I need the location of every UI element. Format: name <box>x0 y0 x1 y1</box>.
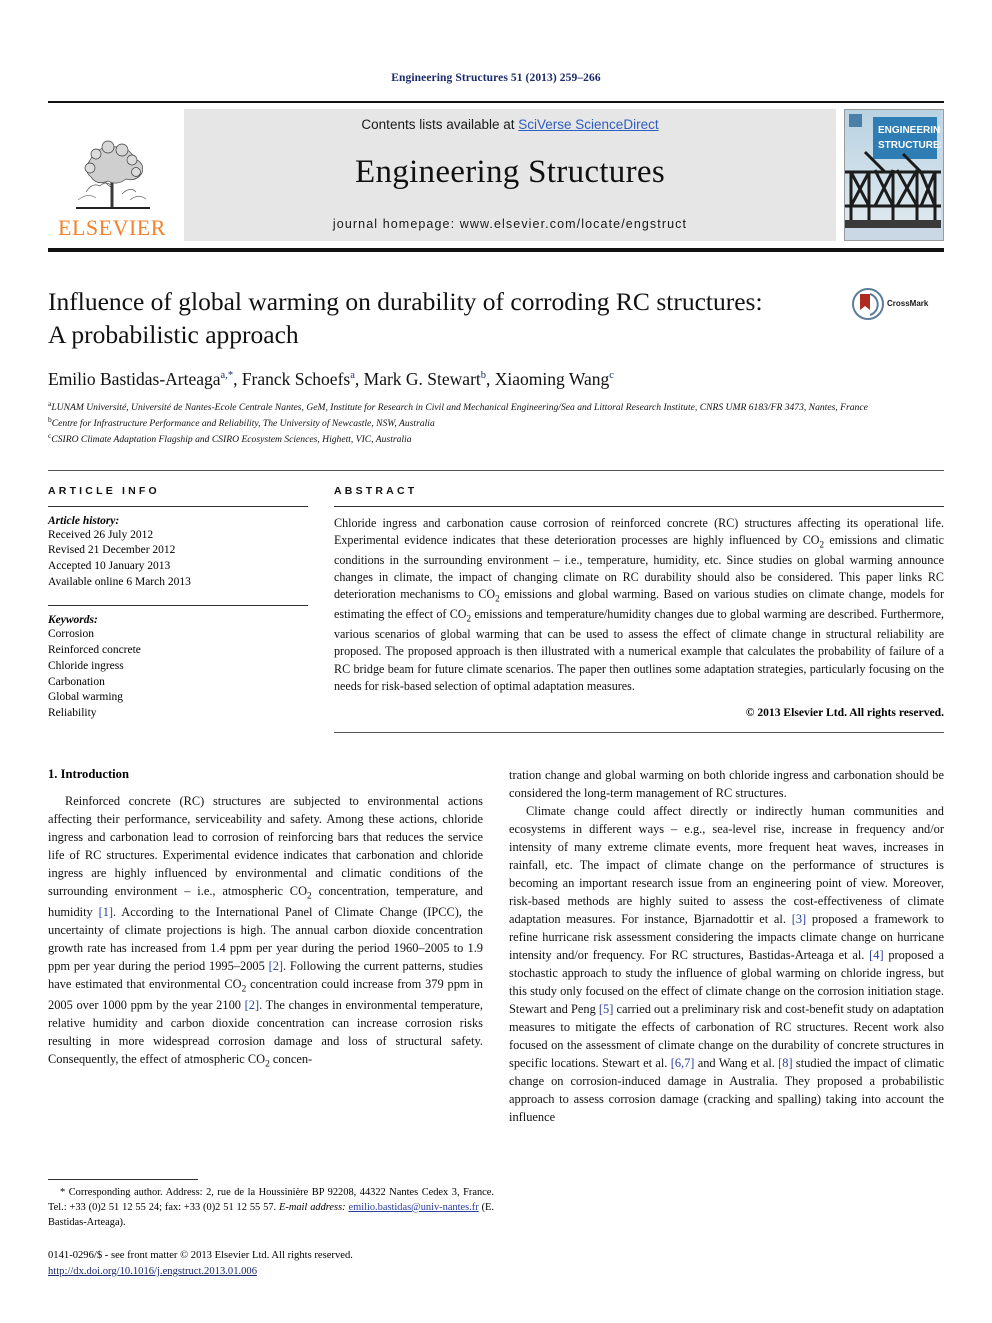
author-4-sup: c <box>609 370 614 382</box>
title-text: Influence of global warming on durabilit… <box>48 286 852 351</box>
citation-ref[interactable]: [2] <box>245 998 259 1012</box>
author-3-sup: b <box>480 370 487 382</box>
citation-ref[interactable]: [6,7] <box>671 1056 695 1070</box>
keyword-item: Corrosion <box>48 627 94 640</box>
citation-ref[interactable]: [5] <box>599 1002 613 1016</box>
affiliation-c: cCSIRO Climate Adaptation Flagship and C… <box>48 431 412 446</box>
journal-banner: Contents lists available at SciVerse Sci… <box>184 109 836 241</box>
citation-ref[interactable]: [8] <box>778 1056 792 1070</box>
affiliation-list: aLUNAM Université, Université de Nantes-… <box>48 399 944 447</box>
article-info-column: ARTICLE INFO Article history: Received 2… <box>48 485 308 742</box>
corresponding-author-note: * Corresponding author. Address: 2, rue … <box>48 1186 494 1228</box>
body-columns: 1. Introduction Reinforced concrete (RC)… <box>48 767 944 1127</box>
email-label: E-mail address: <box>279 1201 346 1213</box>
crossmark-label: CrossMark <box>887 299 929 308</box>
footnote-zone: * Corresponding author. Address: 2, rue … <box>48 1178 494 1279</box>
email-link[interactable]: emilio.bastidas@univ-nantes.fr <box>349 1202 479 1213</box>
crossmark-badge[interactable]: CrossMark <box>852 286 944 320</box>
title-block: Influence of global warming on durabilit… <box>48 286 944 351</box>
author-2-sup: a <box>350 370 355 382</box>
author-list: Emilio Bastidas-Arteagaa,*, Franck Schoe… <box>48 369 614 390</box>
affiliation-b: bCentre for Infrastructure Performance a… <box>48 415 435 430</box>
issn-copyright-line: 0141-0296/$ - see front matter © 2013 El… <box>48 1250 353 1262</box>
keyword-item: Chloride ingress <box>48 659 124 672</box>
divider <box>334 732 944 734</box>
body-column-left: 1. Introduction Reinforced concrete (RC)… <box>48 767 483 1127</box>
divider <box>48 604 308 606</box>
keyword-item: Carbonation <box>48 675 105 688</box>
doi-link[interactable]: http://dx.doi.org/10.1016/j.engstruct.20… <box>48 1266 257 1277</box>
abstract-text: Chloride ingress and carbonation cause c… <box>334 515 944 693</box>
history-item: Received 26 July 2012 <box>48 528 154 541</box>
history-item: Accepted 10 January 2013 <box>48 560 171 573</box>
paragraph: Climate change could affect directly or … <box>509 804 944 1125</box>
keywords-label: Keywords: <box>48 613 98 626</box>
article-info-label: ARTICLE INFO <box>48 484 160 497</box>
page-title: Influence of global warming on durabilit… <box>48 286 836 351</box>
elsevier-wordmark: ELSEVIER <box>58 215 166 240</box>
sciencedirect-link[interactable]: SciVerse ScienceDirect <box>518 117 658 132</box>
author-1: Emilio Bastidas-Arteagaa,* <box>48 369 234 390</box>
keyword-item: Global warming <box>48 691 124 704</box>
citation-ref[interactable]: [4] <box>869 948 883 962</box>
history-item: Available online 6 March 2013 <box>48 576 191 589</box>
paragraph: Reinforced concrete (RC) structures are … <box>48 794 484 1070</box>
svg-text:STRUCTURES: STRUCTURES <box>878 140 941 151</box>
keyword-item: Reinforced concrete <box>48 643 141 656</box>
divider <box>48 505 308 507</box>
divider <box>334 505 944 507</box>
journal-title: Engineering Structures <box>355 154 665 190</box>
crossmark-icon <box>852 288 884 320</box>
journal-homepage[interactable]: journal homepage: www.elsevier.com/locat… <box>333 217 687 231</box>
info-abstract-region: ARTICLE INFO Article history: Received 2… <box>48 469 944 742</box>
paper-page: Engineering Structures 51 (2013) 259–266 <box>0 0 992 1323</box>
journal-masthead: ELSEVIER Contents lists available at Sci… <box>48 101 944 252</box>
abstract-column: ABSTRACT Chloride ingress and carbonatio… <box>334 485 944 742</box>
keyword-item: Reliability <box>48 707 97 720</box>
paragraph: tration change and global warming on bot… <box>509 768 944 801</box>
divider <box>48 1178 198 1180</box>
citation-ref[interactable]: [3] <box>792 912 806 926</box>
history-item: Revised 21 December 2012 <box>48 544 176 557</box>
abstract-label: ABSTRACT <box>334 484 418 497</box>
cover-artwork-icon: ENGINEERING STRUCTURES <box>845 110 943 228</box>
author-2: Franck Schoefsa <box>241 369 355 390</box>
citation-ref[interactable]: [1] <box>99 905 113 919</box>
contents-available-line: Contents lists available at SciVerse Sci… <box>361 117 658 132</box>
title-line-1: Influence of global warming on durabilit… <box>48 287 763 316</box>
svg-text:ENGINEERING: ENGINEERING <box>878 125 941 136</box>
title-line-2: A probabilistic approach <box>48 319 299 349</box>
author-1-sup: a,* <box>220 370 234 382</box>
elsevier-logo: ELSEVIER <box>48 109 176 241</box>
contents-prefix: Contents lists available at <box>361 117 519 132</box>
citation-ref[interactable]: [2] <box>269 959 283 973</box>
abstract-copyright: © 2013 Elsevier Ltd. All rights reserved… <box>745 706 944 720</box>
journal-cover-thumbnail: ENGINEERING STRUCTURES <box>844 109 944 241</box>
article-history-label: Article history: <box>48 514 120 527</box>
affiliation-a: aLUNAM Université, Université de Nantes-… <box>48 399 868 414</box>
author-4: Xiaoming Wangc <box>494 369 614 390</box>
section-heading-introduction: 1. Introduction <box>48 767 129 782</box>
body-column-right: tration change and global warming on bot… <box>509 767 944 1127</box>
footer-block: 0141-0296/$ - see front matter © 2013 El… <box>48 1248 494 1279</box>
elsevier-tree-icon <box>76 140 150 209</box>
author-3: Mark G. Stewartb <box>363 369 487 390</box>
running-head: Engineering Structures 51 (2013) 259–266 <box>391 72 601 84</box>
